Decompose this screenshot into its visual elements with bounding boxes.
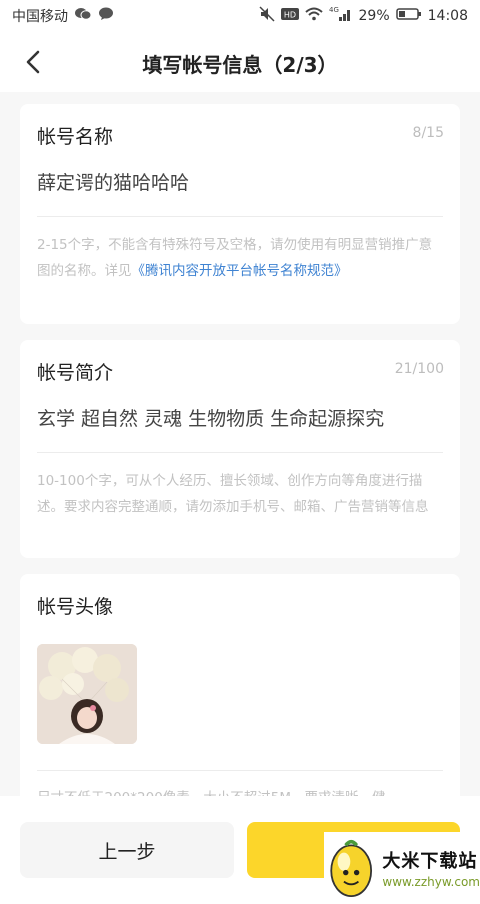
account-name-card: 帐号名称 8/15 2-15个字，不能含有特殊符号及空格，请勿使用有明显营销推广… (20, 104, 460, 324)
watermark-url: www.zzhyw.com (382, 875, 480, 889)
page-title: 填写帐号信息（2/3） (142, 53, 338, 77)
carrier-name: 中国移动 (12, 9, 68, 25)
divider (37, 216, 443, 217)
battery-icon (395, 7, 422, 25)
account-avatar-card: 帐号头像 尺寸不低于200*200像素，大小不超过5M，要求清晰、健 (20, 574, 460, 814)
watermark: 大米下载站 www.zzhyw.com (324, 832, 480, 904)
avatar-photo (37, 644, 137, 744)
nav-bar: 填写帐号信息（2/3） (0, 32, 480, 92)
account-avatar-label: 帐号头像 (37, 596, 114, 618)
svg-text:HD: HD (283, 11, 295, 20)
mute-icon (258, 6, 275, 26)
svg-text:4G: 4G (329, 6, 339, 14)
account-name-label: 帐号名称 (37, 126, 114, 148)
watermark-logo-icon (330, 839, 373, 897)
status-bar-left: 中国移动 (12, 6, 114, 26)
account-name-input[interactable] (37, 170, 447, 192)
account-intro-input[interactable] (37, 406, 447, 428)
hd-badge: HD (280, 7, 299, 25)
account-name-counter: 8/15 (412, 125, 444, 141)
wifi-icon (304, 7, 323, 25)
status-bar-right: HD 4G 29% 14:08 (258, 6, 468, 26)
signal-icon: 4G (329, 6, 353, 26)
previous-step-button[interactable]: 上一步 (20, 822, 234, 878)
battery-percent: 29% (358, 8, 390, 24)
avatar-image[interactable] (37, 644, 137, 744)
clock: 14:08 (427, 8, 468, 24)
divider (37, 770, 443, 771)
watermark-text: 大米下载站 www.zzhyw.com (382, 847, 480, 889)
status-bar: 中国移动 HD 4G 29% 14:08 (0, 0, 480, 32)
account-intro-label: 帐号简介 (37, 362, 114, 384)
account-intro-hint: 10-100个字，可从个人经历、擅长领域、创作方向等角度进行描述。要求内容完整通… (37, 473, 429, 515)
account-intro-counter: 21/100 (394, 361, 444, 377)
watermark-title: 大米下载站 (382, 851, 478, 872)
account-intro-card: 帐号简介 21/100 10-100个字，可从个人经历、擅长领域、创作方向等角度… (20, 340, 460, 558)
account-name-hint: 2-15个字，不能含有特殊符号及空格，请勿使用有明显营销推广意图的名称。详见《腾… (37, 232, 443, 284)
wechat-icon (74, 7, 92, 25)
naming-rules-link[interactable]: 《腾讯内容开放平台帐号名称规范》 (132, 263, 348, 279)
message-icon (98, 7, 114, 25)
divider (37, 452, 443, 453)
